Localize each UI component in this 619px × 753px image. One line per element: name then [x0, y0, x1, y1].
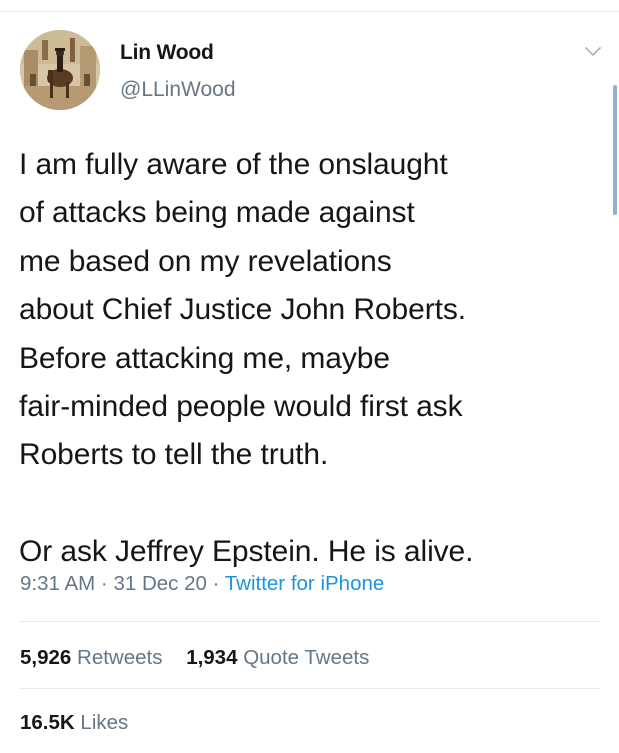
likes-label: Likes [80, 711, 129, 734]
meta-separator: · [100, 572, 108, 595]
quote-tweets-label: Quote Tweets [243, 646, 370, 669]
author-handle[interactable]: @LLinWood [120, 78, 236, 102]
tweet-time[interactable]: 9:31 AM [20, 572, 95, 595]
divider [20, 688, 600, 689]
engagement-stats: 5,926 Retweets 1,934 Quote Tweets [20, 646, 387, 670]
avatar-image [20, 30, 100, 110]
tweet-source-link[interactable]: Twitter for iPhone [225, 572, 385, 595]
likes-count: 16.5K [20, 711, 75, 734]
retweets-count: 5,926 [20, 646, 72, 669]
retweets-stat[interactable]: 5,926 Retweets [20, 646, 162, 670]
tweet-date[interactable]: 31 Dec 20 [113, 572, 206, 595]
scrollbar[interactable] [613, 85, 617, 215]
divider [20, 621, 600, 622]
quote-tweets-stat[interactable]: 1,934 Quote Tweets [186, 646, 369, 670]
tweet-text: I am fully aware of the onslaught of att… [19, 148, 474, 569]
quote-tweets-count: 1,934 [186, 646, 238, 669]
top-divider [0, 11, 619, 12]
meta-separator: · [212, 572, 220, 595]
likes-stat[interactable]: 16.5K Likes [20, 711, 128, 735]
retweets-label: Retweets [77, 646, 163, 669]
author-display-name[interactable]: Lin Wood [120, 41, 214, 65]
tweet-meta: 9:31 AM · 31 Dec 20 · Twitter for iPhone [20, 572, 384, 596]
more-options-button[interactable] [580, 38, 606, 64]
chevron-down-icon [585, 47, 601, 56]
avatar[interactable] [20, 30, 100, 110]
likes-row: 16.5K Likes [20, 711, 146, 735]
